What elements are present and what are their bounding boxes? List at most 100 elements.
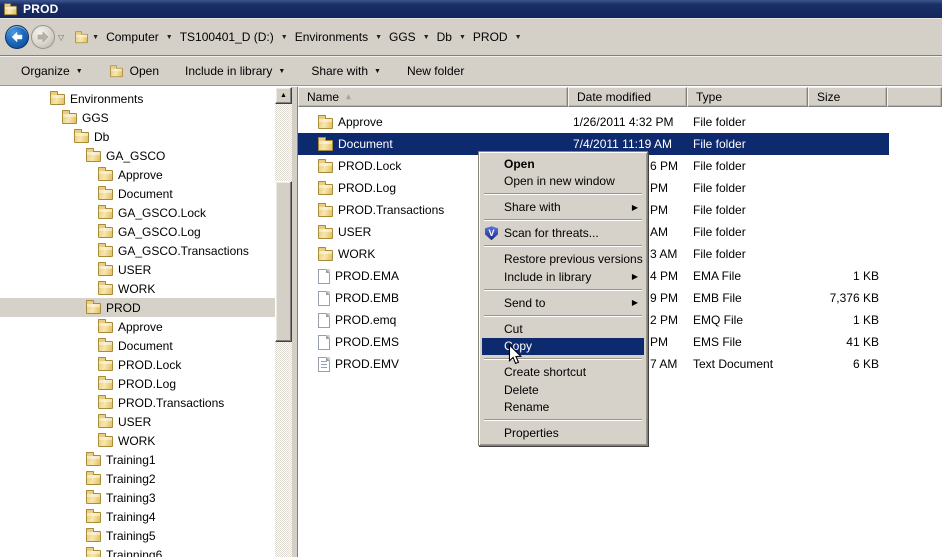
- tree-item-db[interactable]: Db: [0, 127, 275, 146]
- breadcrumb-item-environments[interactable]: Environments: [291, 28, 372, 46]
- breadcrumb-item-ggs[interactable]: GGS: [385, 28, 420, 46]
- breadcrumb-item-db[interactable]: Db: [433, 28, 456, 46]
- column-header-date-modified[interactable]: Date modified: [568, 87, 687, 107]
- menu-item-label: Open: [504, 157, 644, 171]
- tree-scrollbar[interactable]: ▲: [275, 87, 292, 557]
- address-folder-icon[interactable]: [75, 33, 88, 42]
- tree-item-prod-lock[interactable]: PROD.Lock: [0, 355, 275, 374]
- scrollbar-up-icon[interactable]: ▲: [275, 87, 292, 104]
- type-cell: File folder: [687, 203, 808, 217]
- tree-item-document[interactable]: Document: [0, 184, 275, 203]
- tree-item-approve[interactable]: Approve: [0, 165, 275, 184]
- tree-item-label: Approve: [118, 168, 163, 182]
- folder-icon: [86, 531, 101, 542]
- tree-item-work[interactable]: WORK: [0, 279, 275, 298]
- tree-item-prod-transactions[interactable]: PROD.Transactions: [0, 393, 275, 412]
- back-button[interactable]: [5, 25, 29, 49]
- tree-item-ga-gsco-lock[interactable]: GA_GSCO.Lock: [0, 203, 275, 222]
- column-header-type[interactable]: Type: [687, 87, 808, 107]
- breadcrumb-chevron-icon[interactable]: ▼: [278, 34, 291, 41]
- menu-item-share-with[interactable]: Share with▶: [482, 199, 644, 217]
- folder-icon: [86, 455, 101, 466]
- menu-item-rename[interactable]: Rename: [482, 399, 644, 417]
- toolbar-button-share-with[interactable]: Share with▼: [302, 61, 390, 81]
- breadcrumb-item-ts100401-d-d[interactable]: TS100401_D (D:): [176, 28, 278, 46]
- breadcrumb-item-prod[interactable]: PROD: [469, 28, 512, 46]
- menu-separator: [482, 286, 644, 295]
- tree-item-ga-gsco-log[interactable]: GA_GSCO.Log: [0, 222, 275, 241]
- folder-icon: [98, 208, 113, 219]
- toolbar-button-include-in-library[interactable]: Include in library▼: [176, 61, 294, 81]
- menu-item-create-shortcut[interactable]: Create shortcut: [482, 364, 644, 382]
- toolbar-button-open[interactable]: Open: [100, 61, 168, 81]
- column-header-size[interactable]: Size: [808, 87, 887, 107]
- folder-icon: [98, 341, 113, 352]
- tree-item-trainning6[interactable]: Trainning6: [0, 545, 275, 557]
- toolbar-button-new-folder[interactable]: New folder: [398, 61, 473, 81]
- menu-item-properties[interactable]: Properties: [482, 425, 644, 443]
- recent-pages-chevron-icon[interactable]: ▽: [58, 33, 64, 42]
- folder-icon: [86, 474, 101, 485]
- tree-item-label: PROD.Log: [118, 377, 176, 391]
- tree-item-prod[interactable]: PROD: [0, 298, 275, 317]
- size-cell: 6 KB: [808, 357, 887, 371]
- tree-item-work[interactable]: WORK: [0, 431, 275, 450]
- breadcrumb-chevron-icon[interactable]: ▼: [372, 34, 385, 41]
- main-area: EnvironmentsGGSDbGA_GSCO Approve Document G…: [0, 86, 942, 557]
- size-cell: 1 KB: [808, 313, 887, 327]
- tree-item-label: GA_GSCO.Lock: [118, 206, 206, 220]
- date-modified-cell: 7/4/2011 11:19 AM: [568, 137, 687, 151]
- file-name: PROD.emq: [335, 313, 396, 327]
- forward-button[interactable]: [31, 25, 55, 49]
- tree-item-document[interactable]: Document: [0, 336, 275, 355]
- breadcrumb-item-computer[interactable]: Computer: [102, 28, 163, 46]
- tree-item-label: GA_GSCO.Transactions: [118, 244, 249, 258]
- menu-item-include-in-library[interactable]: Include in library▶: [482, 268, 644, 286]
- menu-item-open-in-new-window[interactable]: Open in new window: [482, 173, 644, 191]
- file-row-approve[interactable]: Approve1/26/2011 4:32 PMFile folder: [298, 111, 889, 133]
- breadcrumb-chevron-icon[interactable]: ▼: [89, 34, 102, 41]
- folder-icon: [318, 206, 333, 217]
- name-cell: Approve: [298, 115, 568, 129]
- type-cell: EMS File: [687, 335, 808, 349]
- menu-item-delete[interactable]: Delete: [482, 381, 644, 399]
- tree-item-approve[interactable]: Approve: [0, 317, 275, 336]
- tree-item-user[interactable]: USER: [0, 260, 275, 279]
- tree-item-environments[interactable]: Environments: [0, 89, 275, 108]
- menu-item-open[interactable]: Open: [482, 155, 644, 173]
- tree-item-training4[interactable]: Training4: [0, 507, 275, 526]
- toolbar-button-organize[interactable]: Organize▼: [12, 61, 92, 81]
- tree-item-prod-log[interactable]: PROD.Log: [0, 374, 275, 393]
- menu-item-scan-for-threats[interactable]: VScan for threats...: [482, 225, 644, 243]
- type-cell: File folder: [687, 159, 808, 173]
- tree-item-user[interactable]: USER: [0, 412, 275, 431]
- breadcrumb-chevron-icon[interactable]: ▼: [512, 34, 525, 41]
- back-arrow-icon: [10, 31, 24, 43]
- breadcrumb-chevron-icon[interactable]: ▼: [456, 34, 469, 41]
- menu-item-label: Cut: [504, 322, 644, 336]
- folder-icon: [98, 360, 113, 371]
- tree-item-training5[interactable]: Training5: [0, 526, 275, 545]
- menu-item-label: Copy: [504, 339, 644, 353]
- menu-separator: [482, 216, 644, 225]
- tree-item-label: GA_GSCO.Log: [118, 225, 201, 239]
- tree-item-ga-gsco-transactions[interactable]: GA_GSCO.Transactions: [0, 241, 275, 260]
- menu-item-cut[interactable]: Cut: [482, 320, 644, 338]
- toolbar-button-label: Open: [130, 64, 159, 78]
- column-header-name[interactable]: Name▲: [298, 87, 568, 107]
- column-header-blank[interactable]: [887, 87, 942, 107]
- tree-item-ggs[interactable]: GGS: [0, 108, 275, 127]
- tree-item-ga-gsco[interactable]: GA_GSCO: [0, 146, 275, 165]
- file-name: PROD.EMA: [335, 269, 399, 283]
- tree-item-label: Document: [118, 339, 173, 353]
- menu-item-restore-previous-versions[interactable]: Restore previous versions: [482, 251, 644, 269]
- tree-item-training1[interactable]: Training1: [0, 450, 275, 469]
- tree-item-training3[interactable]: Training3: [0, 488, 275, 507]
- file-name: PROD.EMB: [335, 291, 399, 305]
- folder-icon: [86, 151, 101, 162]
- menu-item-send-to[interactable]: Send to▶: [482, 294, 644, 312]
- breadcrumb-chevron-icon[interactable]: ▼: [163, 34, 176, 41]
- scrollbar-thumb[interactable]: [275, 181, 292, 342]
- tree-item-training2[interactable]: Training2: [0, 469, 275, 488]
- breadcrumb-chevron-icon[interactable]: ▼: [420, 34, 433, 41]
